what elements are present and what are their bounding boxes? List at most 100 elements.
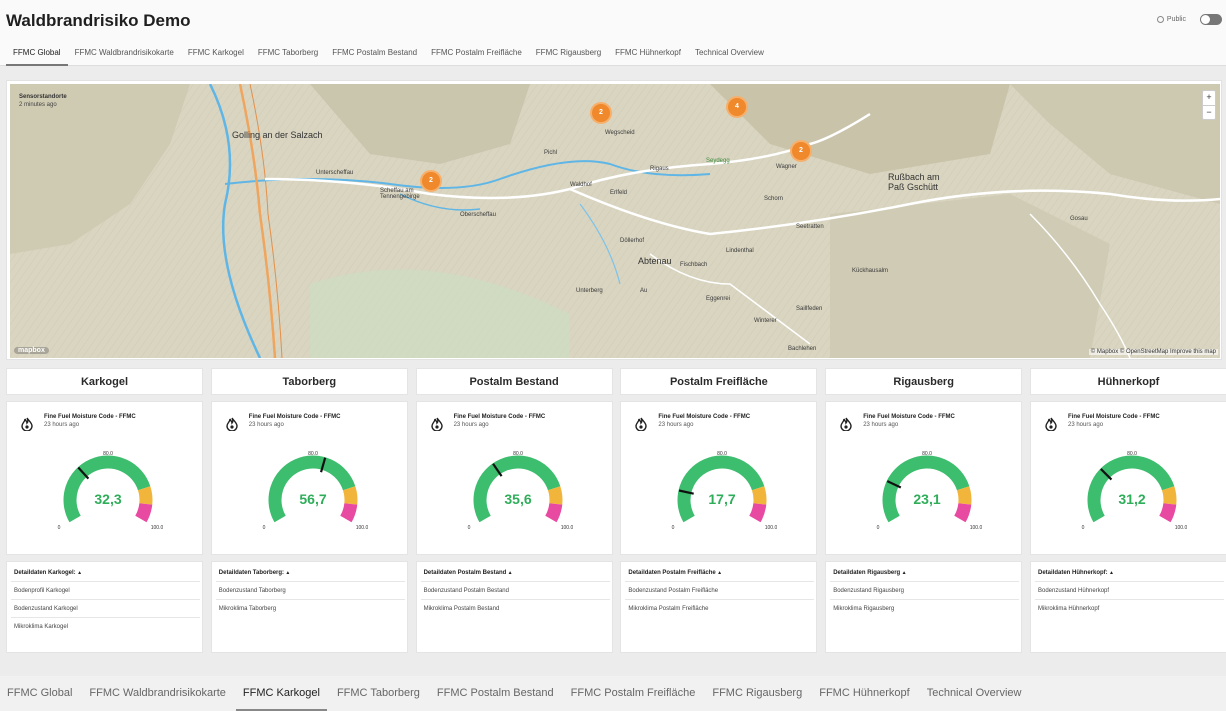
gauge-min-label: 0 (467, 525, 470, 530)
gauge-band (544, 502, 562, 523)
place-label: Seetratten (796, 224, 824, 230)
detail-row-link[interactable]: Mikroklima Hühnerkopf (1035, 599, 1224, 617)
tab-bottom[interactable]: FFMC Taborberg (330, 676, 427, 711)
tab-top[interactable]: FFMC Global (6, 40, 68, 66)
place-label: Saillfeden (796, 306, 823, 312)
tab-bottom[interactable]: FFMC Postalm Bestand (430, 676, 561, 711)
gauge-max-label: 100.0 (1175, 525, 1187, 530)
toggle-knob (1201, 15, 1210, 24)
detail-row-link[interactable]: Bodenzustand Postalm Freifläche (625, 581, 815, 599)
sensor-cluster-marker[interactable]: 2 (590, 102, 612, 124)
place-label: Bachlehen (788, 346, 817, 352)
sensor-name: Hühnerkopf (1030, 368, 1226, 395)
tab-top[interactable]: FFMC Taborberg (251, 40, 325, 66)
place-label: Döllerhof (620, 238, 645, 244)
tab-bottom[interactable]: FFMC Hühnerkopf (812, 676, 916, 711)
caret-up-icon[interactable]: ▲ (1108, 570, 1114, 576)
gauge-min-label: 0 (58, 525, 61, 530)
detail-header-label: Detaildaten Postalm Freifläche (628, 570, 716, 576)
zoom-out-button[interactable]: − (1203, 105, 1215, 119)
detail-row-link[interactable]: Bodenzustand Taborberg (215, 581, 405, 599)
gauge-mid-label: 80.0 (718, 451, 728, 457)
tab-bottom[interactable]: FFMC Global (0, 676, 79, 711)
place-label: Fischbach (680, 262, 708, 268)
place-label: Scheffau am Tennengebirge (380, 188, 420, 200)
sensor-cluster-marker[interactable]: 2 (790, 140, 812, 162)
caret-up-icon[interactable]: ▲ (506, 570, 513, 576)
mapbox-logo[interactable]: mapbox (14, 347, 49, 354)
detail-row-link[interactable]: Bodenzustand Karkogel (11, 599, 200, 617)
detail-header[interactable]: Detaildaten Rigausberg ▲ (833, 570, 906, 576)
tab-top[interactable]: FFMC Waldbrandrisikokarte (68, 40, 181, 66)
detail-row-link[interactable]: Mikroklima Taborberg (215, 599, 405, 617)
detail-row-link[interactable]: Mikroklima Postalm Bestand (420, 599, 610, 617)
place-label: Unterberg (576, 288, 603, 294)
sensor-map[interactable]: Sensorstandorte 2 minutes ago Golling an… (10, 84, 1220, 358)
gauge-max-label: 100.0 (151, 525, 163, 530)
detail-row-link[interactable]: Mikroklima Rigausberg (830, 599, 1020, 617)
place-label: Pichl (544, 150, 558, 156)
tab-top[interactable]: FFMC Postalm Freifläche (424, 40, 529, 66)
sensor-name: Taborberg (210, 368, 408, 395)
gauge-mid-label: 80.0 (513, 451, 523, 457)
detail-card: Detaildaten Taborberg: ▲ Bodenzustand Tab… (210, 561, 408, 653)
detail-row-link[interactable]: Mikroklima Karkogel (11, 617, 200, 635)
caret-up-icon[interactable]: ▲ (716, 570, 722, 576)
ffmc-gauge-card: Fine Fuel Moisture Code - FFMC 23 hours a… (415, 401, 613, 555)
page-title: Waldbrandrisiko Demo (6, 11, 191, 30)
tab-top[interactable]: FFMC Postalm Bestand (325, 40, 424, 66)
detail-row-link[interactable]: Bodenprofil Karkogel (11, 581, 200, 599)
map-attribution[interactable]: © Mapbox © OpenStreetMap Improve this ma… (1088, 349, 1218, 355)
sensor-cluster-marker[interactable]: 2 (420, 170, 442, 192)
detail-row-link[interactable]: Bodenzustand Postalm Bestand (420, 581, 610, 599)
public-toggle[interactable] (1200, 14, 1222, 25)
gauge-value: 35,6 (504, 491, 531, 507)
zoom-in-button[interactable]: + (1203, 91, 1215, 105)
gauge-timestamp: 23 hours ago (863, 422, 899, 428)
ffmc-gauge: 35,6 80.0 0 100.0 (467, 451, 572, 530)
tab-bottom[interactable]: Technical Overview (920, 676, 1029, 711)
gauge-mid-label: 80.0 (308, 451, 318, 457)
place-label: Abtenau (638, 256, 672, 266)
gauge-value: 31,2 (1118, 491, 1145, 507)
tab-bottom[interactable]: FFMC Karkogel (235, 676, 327, 711)
gauge-band (954, 502, 972, 523)
caret-up-icon[interactable]: ▲ (76, 570, 82, 576)
caret-up-icon[interactable]: ▲ (900, 570, 907, 576)
gauge-value: 17,7 (709, 491, 736, 507)
tab-bar-bottom: FFMC Global FFMC Waldbrandrisikokarte FFMC… (0, 676, 1226, 711)
gauge-band (749, 502, 767, 523)
place-label: Waldhof (570, 182, 592, 188)
tab-top[interactable]: Technical Overview (688, 40, 771, 66)
place-label: Wagner (776, 164, 797, 170)
flame-icon (840, 417, 852, 436)
gauge-band (957, 486, 972, 505)
detail-row-link[interactable]: Bodenzustand Hühnerkopf (1035, 581, 1224, 599)
detail-card: Detaildaten Hühnerkopf: ▲ Bodenzustand Hü… (1030, 561, 1226, 653)
detail-header[interactable]: Detaildaten Postalm Freifläche ▲ (628, 570, 722, 576)
gauge-min-label: 0 (262, 525, 265, 530)
tab-top[interactable]: FFMC Karkogel (181, 40, 251, 66)
gauge-max-label: 100.0 (356, 525, 368, 530)
gauge-band (1159, 502, 1177, 523)
gauge-band (547, 486, 563, 505)
tab-top[interactable]: FFMC Hühnerkopf (608, 40, 688, 66)
ffmc-gauge-card: Fine Fuel Moisture Code - FFMC 23 hours a… (620, 401, 818, 555)
tab-top[interactable]: FFMC Rigausberg (529, 40, 608, 66)
place-label: Unterscheffau (316, 170, 354, 176)
detail-header[interactable]: Detaildaten Postalm Bestand ▲ (424, 570, 513, 576)
detail-row-link[interactable]: Mikroklima Postalm Freifläche (625, 599, 815, 617)
tab-bottom[interactable]: FFMC Postalm Freifläche (564, 676, 703, 711)
sensor-cluster-marker[interactable]: 4 (726, 96, 748, 118)
detail-header[interactable]: Detaildaten Karkogel: ▲ (14, 570, 82, 576)
detail-header[interactable]: Detaildaten Taborberg: ▲ (219, 570, 291, 576)
sensor-name: Rigausberg (825, 368, 1023, 395)
caret-up-icon[interactable]: ▲ (284, 570, 290, 576)
detail-header[interactable]: Detaildaten Hühnerkopf: ▲ (1038, 570, 1114, 576)
sensor-name: Postalm Bestand (415, 368, 613, 395)
place-label: Kückhausalm (852, 268, 889, 274)
tab-bottom[interactable]: FFMC Waldbrandrisikokarte (82, 676, 233, 711)
detail-row-link[interactable]: Bodenzustand Rigausberg (830, 581, 1020, 599)
flame-icon (21, 417, 33, 436)
tab-bottom[interactable]: FFMC Rigausberg (705, 676, 809, 711)
